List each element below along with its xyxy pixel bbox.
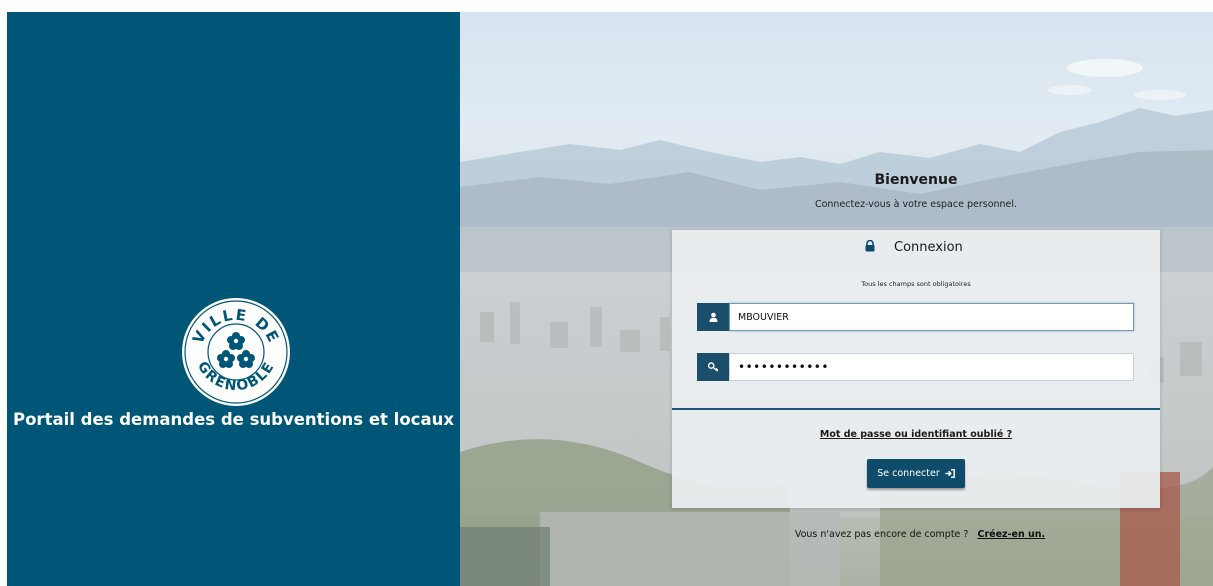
key-addon <box>697 353 729 381</box>
login-button-label: Se connecter <box>877 468 940 479</box>
card-divider <box>672 408 1160 410</box>
sign-in-icon <box>945 469 955 478</box>
welcome-title: Bienvenue <box>874 172 958 188</box>
user-icon <box>709 312 717 322</box>
password-input[interactable] <box>729 353 1134 381</box>
username-row <box>697 303 1136 331</box>
login-card: Connexion Tous les champs sont obligatoi… <box>672 230 1160 508</box>
signup-row: Vous n'avez pas encore de compte ? Créez… <box>760 529 1080 540</box>
required-note: Tous les champs sont obligatoires <box>861 280 971 288</box>
forgot-password-link[interactable]: Mot de passe ou identifiant oublié ? <box>672 429 1160 440</box>
branding-panel: VILLE DE GRENOBLE Portail des demandes d… <box>7 12 460 586</box>
login-button[interactable]: Se connecter <box>867 459 965 488</box>
welcome-subtitle: Connectez-vous à votre espace personnel. <box>814 199 1018 210</box>
portal-title: Portail des demandes de subventions et l… <box>13 410 454 429</box>
signup-link[interactable]: Créez-en un. <box>977 529 1045 540</box>
signup-prompt: Vous n'avez pas encore de compte ? <box>794 529 969 540</box>
user-addon <box>697 303 729 331</box>
card-header: Connexion <box>672 230 1160 266</box>
password-row <box>697 353 1136 381</box>
username-input[interactable] <box>729 303 1134 331</box>
key-icon <box>707 362 718 372</box>
card-title: Connexion <box>894 240 963 255</box>
grenoble-logo: VILLE DE GRENOBLE <box>182 298 290 406</box>
lock-icon <box>865 240 875 252</box>
